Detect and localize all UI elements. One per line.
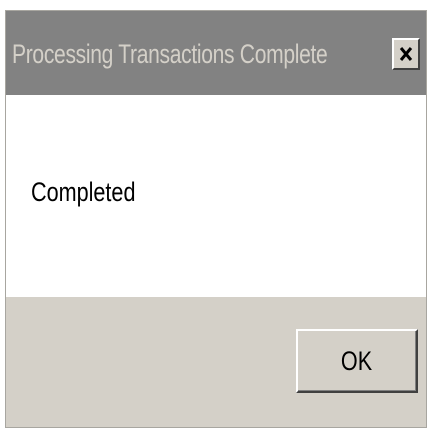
ok-button-label: OK: [341, 345, 373, 376]
close-x-icon: [399, 46, 413, 62]
message-text: Completed: [31, 177, 136, 207]
dialog-title: Processing Transactions Complete: [12, 39, 328, 69]
dialog-footer: OK: [6, 297, 426, 427]
message-dialog: Processing Transactions Complete Complet…: [5, 10, 427, 428]
title-bar[interactable]: Processing Transactions Complete: [6, 11, 426, 95]
ok-button[interactable]: OK: [296, 329, 418, 393]
close-button[interactable]: [392, 38, 420, 70]
dialog-body: Completed: [6, 95, 426, 297]
